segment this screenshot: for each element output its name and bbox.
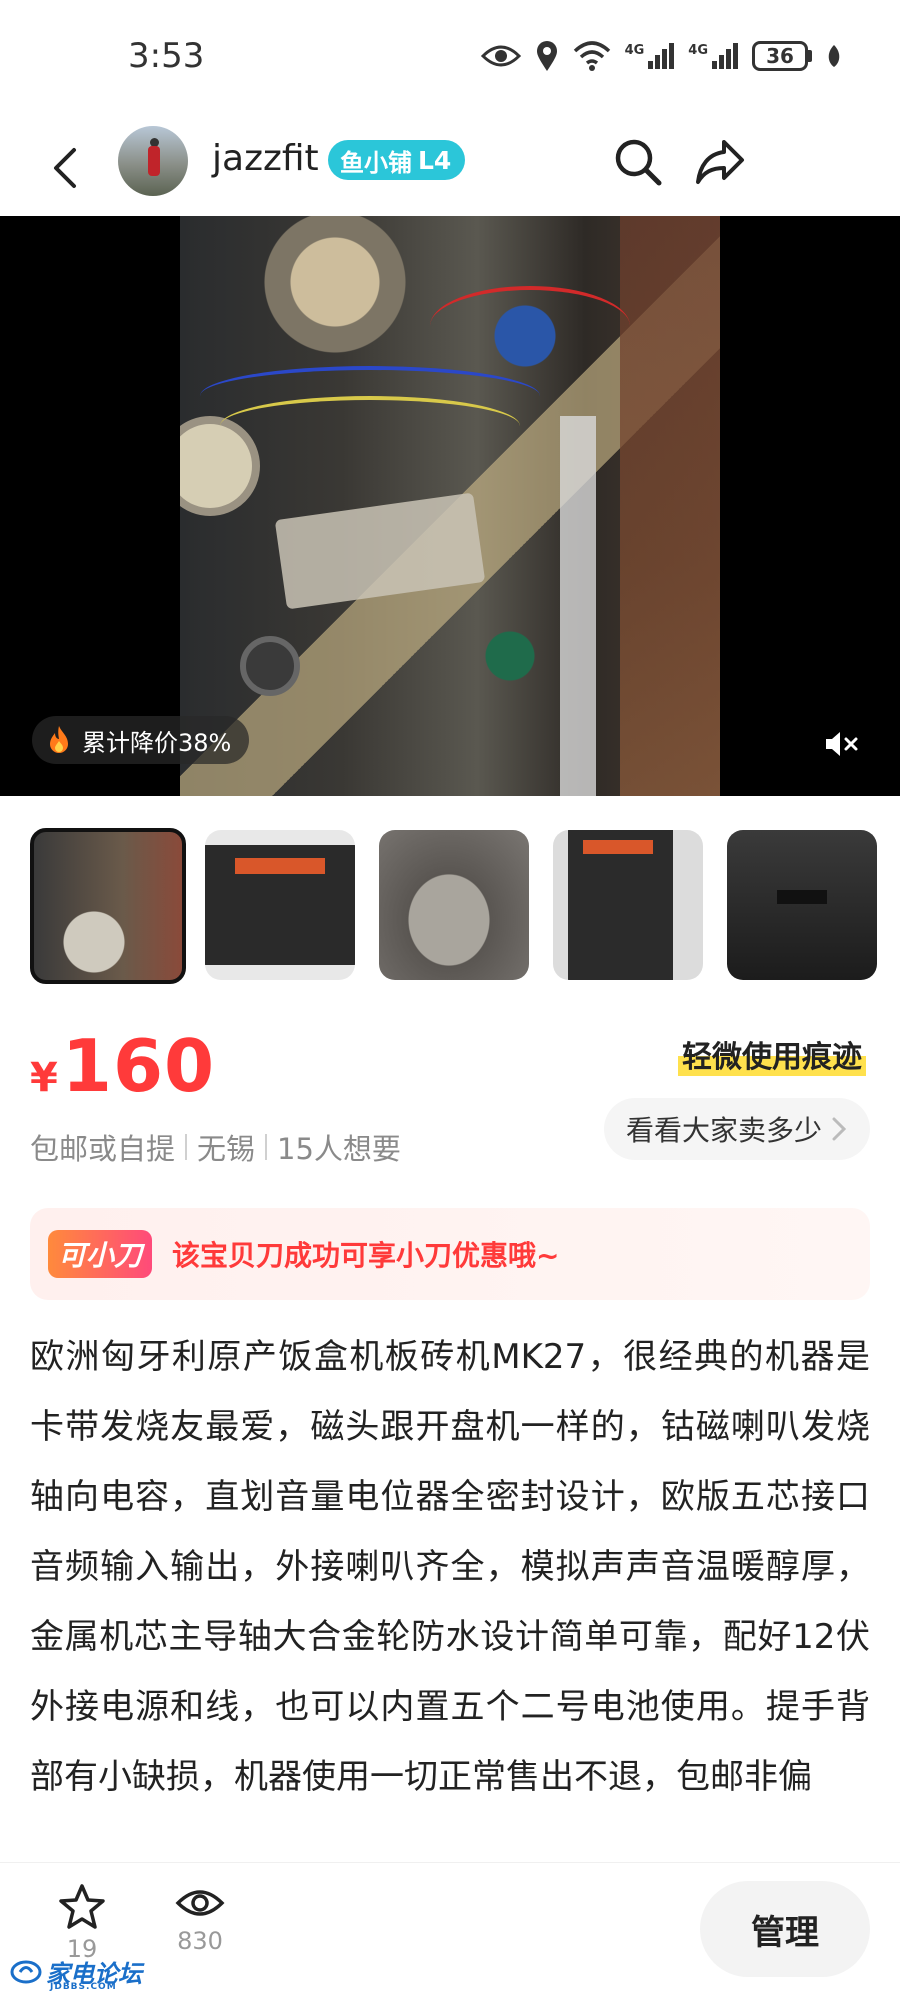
media-viewer[interactable]: 累计降价38% xyxy=(0,216,900,796)
watermark-logo-icon xyxy=(10,1960,42,1983)
item-description: 欧洲匈牙利原产饭盒机板砖机MK27，很经典的机器是卡带发烧友最爱，磁头跟开盘机一… xyxy=(30,1337,870,1797)
battery-level: 36 xyxy=(752,41,808,71)
compare-price-button[interactable]: 看看大家卖多少 xyxy=(603,1098,870,1160)
thumbnail-4[interactable] xyxy=(553,830,703,980)
mute-button[interactable] xyxy=(814,716,870,772)
shop-level: L4 xyxy=(418,145,452,175)
shop-badge-label: 鱼小铺 xyxy=(340,148,412,177)
share-button[interactable] xyxy=(690,134,750,190)
signal-label-1: 4G xyxy=(624,43,645,58)
want-count: 15人想要 xyxy=(277,1132,401,1166)
status-icons: 4G 4G 36 xyxy=(480,40,842,72)
watermark: 家电论坛 JDBBS.COM xyxy=(10,1954,142,1992)
mute-icon xyxy=(826,732,858,756)
star-icon xyxy=(59,1884,105,1929)
location: 无锡 xyxy=(197,1132,256,1166)
battery-icon: 36 xyxy=(752,41,812,71)
manage-button[interactable]: 管理 xyxy=(700,1881,870,1977)
back-icon xyxy=(54,148,76,188)
leaf-icon xyxy=(828,45,840,67)
views-indicator: 830 xyxy=(168,1883,232,1955)
search-button[interactable] xyxy=(610,134,666,190)
eye-icon xyxy=(480,45,521,67)
header: jazzfit 鱼小铺 L4 xyxy=(0,120,900,216)
promo-logo: 可小刀 xyxy=(48,1230,153,1278)
currency-symbol: ¥ xyxy=(30,1055,58,1101)
thumbnail-1[interactable] xyxy=(30,828,186,984)
back-button[interactable] xyxy=(40,140,90,196)
price-drop-badge: 累计降价38% xyxy=(32,716,250,764)
thumbnail-5[interactable] xyxy=(727,830,877,980)
favorite-button[interactable]: 19 xyxy=(50,1883,114,1963)
price-value: 160 xyxy=(61,1024,216,1108)
signal-icon-1: 4G xyxy=(625,43,675,69)
signal-label-2: 4G xyxy=(688,43,708,58)
status-bar: 3:53 4G 4G 36 xyxy=(0,0,900,120)
signal-icon-2: 4G xyxy=(688,43,738,69)
price: ¥ 160 xyxy=(30,1024,215,1108)
eye-icon xyxy=(175,1890,225,1916)
promo-banner[interactable]: 可小刀 该宝贝刀成功可享小刀优惠哦~ xyxy=(30,1208,870,1300)
share-icon xyxy=(696,140,744,184)
thumbnail-2[interactable] xyxy=(205,830,355,980)
location-icon xyxy=(536,41,557,71)
compare-price-label: 看看大家卖多少 xyxy=(625,1114,822,1147)
username[interactable]: jazzfit xyxy=(212,138,319,179)
watermark-site: JDBBS.COM xyxy=(50,1982,117,1992)
wifi-icon xyxy=(573,41,610,71)
condition-label: 轻微使用痕迹 xyxy=(678,1032,866,1076)
shop-badge[interactable]: 鱼小铺 L4 xyxy=(328,140,466,180)
promo-text: 该宝贝刀成功可享小刀优惠哦~ xyxy=(172,1239,560,1272)
product-photo[interactable] xyxy=(180,216,720,796)
fire-icon xyxy=(50,726,68,753)
thumbnail-3[interactable] xyxy=(379,830,529,980)
chevron-right-icon xyxy=(832,1117,846,1141)
status-time: 3:53 xyxy=(128,36,205,76)
listing-meta: 包邮或自提 无锡 15人想要 xyxy=(30,1126,401,1168)
search-icon xyxy=(615,139,662,186)
avatar[interactable] xyxy=(118,126,188,196)
views-count: 830 xyxy=(177,1927,223,1955)
shipping-option: 包邮或自提 xyxy=(30,1132,176,1166)
thumbnail-strip xyxy=(30,826,900,984)
price-drop-text: 累计降价38% xyxy=(82,728,232,757)
